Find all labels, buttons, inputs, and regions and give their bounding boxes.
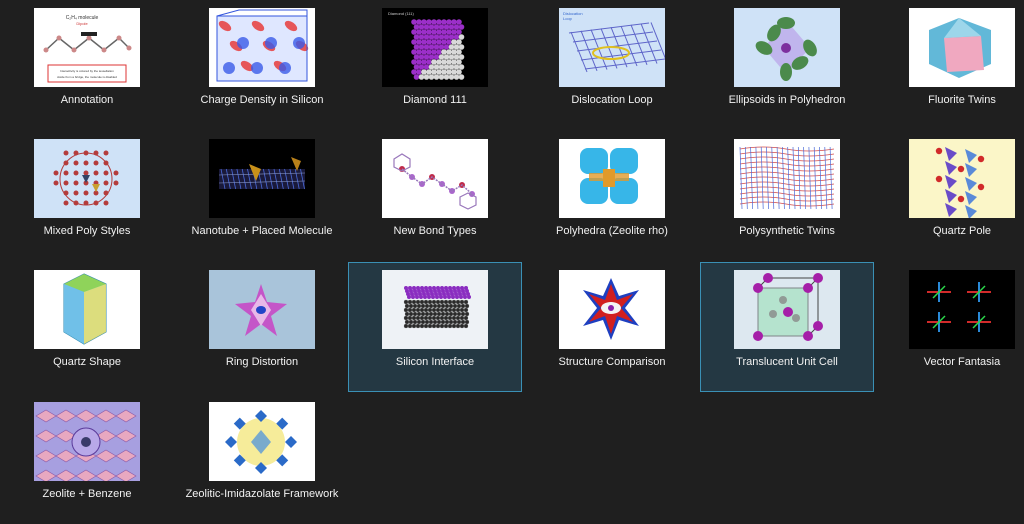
gallery-item-structure-comparison[interactable]: Structure Comparison — [525, 262, 699, 392]
gallery-item-new-bond-types[interactable]: New Bond Types — [348, 131, 522, 261]
gallery-item-label: Charge Density in Silicon — [200, 94, 324, 106]
gallery-item-label: Zeolitic-Imidazolate Framework — [185, 488, 339, 500]
gallery-item-label: Fluorite Twins — [928, 94, 996, 106]
gallery-item-label: Silicon Interface — [395, 356, 475, 368]
polyhedra-zeolite-thumbnail-icon — [559, 139, 665, 218]
gallery-item-translucent-unit-cell[interactable]: Translucent Unit Cell — [700, 262, 874, 392]
gallery-item-mixed-poly-styles[interactable]: Mixed Poly Styles — [0, 131, 174, 261]
gallery-item-zeolitic-imidazolate-framework[interactable]: Zeolitic-Imidazolate Framework — [175, 394, 349, 524]
gallery-item-zeolite-benzene[interactable]: Zeolite + Benzene — [0, 394, 174, 524]
gallery-item-diamond-111[interactable]: Diamond (111) Diamond 111 — [348, 0, 522, 130]
gallery-item-label: Zeolite + Benzene — [42, 488, 132, 500]
mixed-poly-thumbnail-icon — [34, 139, 140, 218]
zif-thumbnail-icon — [209, 402, 315, 481]
gallery-item-vector-fantasia[interactable]: Vector Fantasia — [875, 262, 1024, 392]
ring-distortion-thumbnail-icon — [209, 270, 315, 349]
gallery-item-label: Structure Comparison — [558, 356, 666, 368]
gallery-item-fluorite-twins[interactable]: Fluorite Twins — [875, 0, 1024, 130]
gallery-item-label: Quartz Shape — [53, 356, 121, 368]
diamond-111-thumbnail-icon: Diamond (111) — [382, 8, 488, 87]
gallery-item-quartz-pole[interactable]: Quartz Pole — [875, 131, 1024, 261]
gallery-item-polyhedra-zeolite-rho[interactable]: Polyhedra (Zeolite rho) — [525, 131, 699, 261]
ellipsoids-thumbnail-icon — [734, 8, 840, 87]
fluorite-twins-thumbnail-icon — [909, 8, 1015, 87]
gallery-item-polysynthetic-twins[interactable]: Polysynthetic Twins — [700, 131, 874, 261]
nanotube-thumbnail-icon — [209, 139, 315, 218]
vector-fantasia-thumbnail-icon — [909, 270, 1015, 349]
dislocation-corner-text-2: Loop — [563, 16, 573, 21]
gallery-item-label: Nanotube + Placed Molecule — [191, 225, 333, 237]
new-bond-types-thumbnail-icon — [382, 139, 488, 218]
gallery-item-annotation[interactable]: C₂H₄ molecule Dipole Interactivity is colo… — [0, 0, 174, 130]
gallery-item-dislocation-loop[interactable]: Dislocation Loop Dislocation Loop — [525, 0, 699, 130]
gallery-item-label: Vector Fantasia — [923, 356, 1001, 368]
quartz-shape-thumbnail-icon — [34, 270, 140, 349]
gallery-item-ellipsoids-in-polyhedron[interactable]: Ellipsoids in Polyhedron — [700, 0, 874, 130]
silicon-interface-thumbnail-icon — [382, 270, 488, 349]
dislocation-loop-thumbnail-icon: Dislocation Loop — [559, 8, 665, 87]
gallery-item-label: Polysynthetic Twins — [739, 225, 835, 237]
gallery-item-quartz-shape[interactable]: Quartz Shape — [0, 262, 174, 392]
diamond-corner-text: Diamond (111) — [388, 11, 415, 16]
gallery-item-label: New Bond Types — [393, 225, 477, 237]
quartz-pole-thumbnail-icon — [909, 139, 1015, 218]
gallery-item-label: Annotation — [60, 94, 114, 106]
gallery-item-ring-distortion[interactable]: Ring Distortion — [175, 262, 349, 392]
polysynthetic-twins-thumbnail-icon — [734, 139, 840, 218]
charge-density-thumbnail-icon — [209, 8, 315, 87]
zeolite-benzene-thumbnail-icon — [34, 402, 140, 481]
gallery-item-label: Ellipsoids in Polyhedron — [728, 94, 846, 106]
annotation-thumbnail-icon: C₂H₄ molecule Dipole Interactivity is colo… — [34, 8, 140, 87]
annotation-line-1: Interactivity is colored by the tessella… — [60, 69, 114, 73]
gallery-item-label: Quartz Pole — [932, 225, 992, 237]
gallery-item-label: Ring Distortion — [225, 356, 299, 368]
annotation-subtitle: Dipole — [76, 21, 88, 26]
translucent-unit-cell-thumbnail-icon — [734, 270, 840, 349]
gallery-item-charge-density-in-silicon[interactable]: Charge Density in Silicon — [175, 0, 349, 130]
gallery-item-label: Mixed Poly Styles — [43, 225, 131, 237]
gallery-item-nanotube-placed-molecule[interactable]: Nanotube + Placed Molecule — [175, 131, 349, 261]
gallery-item-label: Polyhedra (Zeolite rho) — [556, 225, 668, 237]
gallery-item-label: Translucent Unit Cell — [736, 356, 838, 368]
gallery-item-label: Dislocation Loop — [571, 94, 653, 106]
annotation-line-2: Aside from a bridge, the molecule is dis… — [57, 75, 117, 79]
gallery-item-label: Diamond 111 — [403, 94, 467, 106]
gallery-item-silicon-interface[interactable]: Silicon Interface — [348, 262, 522, 392]
structure-comparison-thumbnail-icon — [559, 270, 665, 349]
